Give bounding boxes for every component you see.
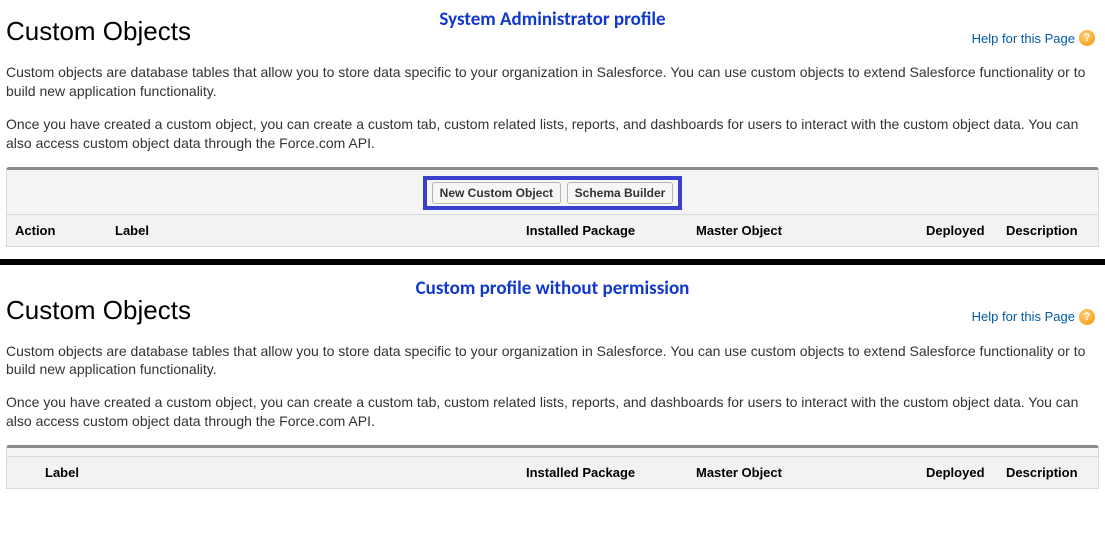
help-link[interactable]: Help for this Page [972, 30, 1095, 46]
section-divider [0, 259, 1105, 265]
help-icon [1079, 30, 1095, 46]
col-master-object: Master Object [688, 215, 918, 246]
col-label: Label [107, 215, 518, 246]
button-highlight-box: New Custom Object Schema Builder [423, 176, 683, 210]
col-master-object: Master Object [688, 457, 918, 488]
col-label: Label [7, 457, 518, 488]
table-header-row: Action Label Installed Package Master Ob… [6, 215, 1099, 247]
help-link[interactable]: Help for this Page [972, 309, 1095, 325]
intro-paragraph-1: Custom objects are database tables that … [6, 342, 1099, 380]
col-deployed: Deployed [918, 457, 998, 488]
toolbar: New Custom Object Schema Builder [6, 167, 1099, 215]
caption-admin: System Administrator profile [439, 8, 665, 31]
help-icon [1079, 309, 1095, 325]
help-link-label: Help for this Page [972, 309, 1075, 324]
col-description: Description [998, 457, 1098, 488]
intro-paragraph-2: Once you have created a custom object, y… [6, 115, 1099, 153]
intro-paragraph-2: Once you have created a custom object, y… [6, 393, 1099, 431]
schema-builder-button[interactable]: Schema Builder [567, 182, 674, 204]
col-action: Action [7, 215, 107, 246]
col-deployed: Deployed [918, 215, 998, 246]
new-custom-object-button[interactable]: New Custom Object [432, 182, 561, 204]
col-installed-package: Installed Package [518, 215, 688, 246]
caption-custom: Custom profile without permission [416, 277, 690, 300]
section-admin: System Administrator profile Help for th… [0, 6, 1105, 259]
toolbar-empty [6, 445, 1099, 457]
help-link-label: Help for this Page [972, 31, 1075, 46]
col-installed-package: Installed Package [518, 457, 688, 488]
section-custom-profile: Custom profile without permission Help f… [0, 271, 1105, 502]
col-description: Description [998, 215, 1098, 246]
table-header-row: Label Installed Package Master Object De… [6, 457, 1099, 489]
intro-paragraph-1: Custom objects are database tables that … [6, 63, 1099, 101]
